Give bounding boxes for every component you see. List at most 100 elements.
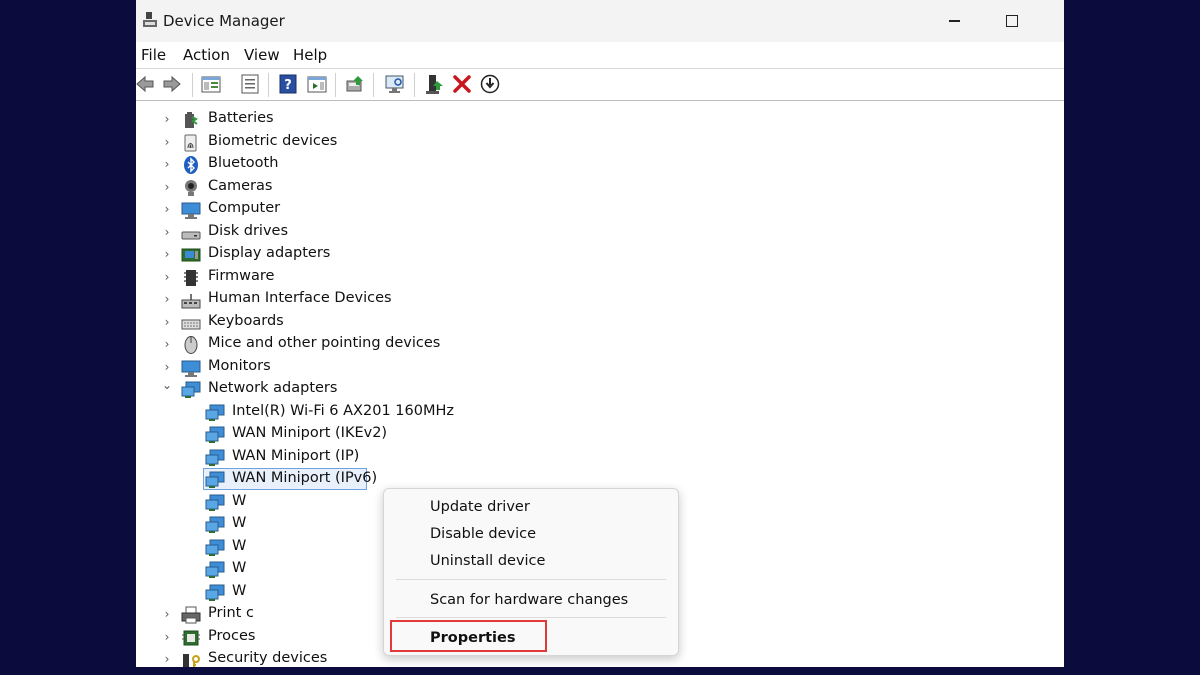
printer-icon	[181, 606, 201, 624]
security-device-icon	[183, 654, 200, 667]
uninstall-device-icon[interactable]	[451, 73, 473, 95]
menu-view[interactable]: View	[244, 46, 280, 64]
tree-item-label: Monitors	[208, 357, 271, 374]
tree-category[interactable]: › Batteries	[136, 109, 736, 131]
menu-file[interactable]: File	[141, 46, 166, 64]
network-adapter-icon	[181, 381, 201, 398]
tree-category[interactable]: › Disk drives	[136, 222, 736, 244]
tree-item-label: Network adapters	[208, 380, 338, 396]
expand-chevron-icon[interactable]: ›	[162, 271, 172, 283]
expand-chevron-icon[interactable]: ›	[162, 136, 172, 148]
processor-icon	[182, 630, 200, 645]
toolbar: ?	[136, 70, 1064, 101]
context-menu: Update driver Disable device Uninstall d…	[383, 488, 679, 656]
toolbar-separator	[268, 73, 269, 97]
menu-update-driver[interactable]: Update driver	[430, 499, 530, 515]
tree-item-label: WAN Miniport (IP)	[232, 447, 360, 464]
tree-category[interactable]: › Bluetooth	[136, 154, 736, 176]
context-menu-separator	[396, 579, 666, 580]
tree-item-label: W	[232, 492, 247, 509]
context-menu-separator	[396, 617, 666, 618]
help-icon[interactable]: ?	[277, 73, 299, 95]
expand-chevron-icon[interactable]: ›	[162, 113, 172, 125]
expand-chevron-icon[interactable]: ›	[162, 316, 172, 328]
battery-icon	[185, 112, 198, 128]
svg-text:?: ?	[284, 78, 292, 93]
mouse-icon	[184, 336, 198, 354]
expand-chevron-icon[interactable]: ›	[162, 361, 172, 373]
expand-chevron-icon[interactable]: ›	[162, 158, 172, 170]
tree-item-label: Proces	[208, 627, 256, 644]
show-hide-console-tree-icon[interactable]	[200, 73, 222, 95]
toolbar-separator	[373, 73, 374, 97]
network-adapter-icon	[205, 426, 225, 443]
network-adapter-icon	[205, 584, 225, 601]
expand-chevron-icon[interactable]: ›	[162, 293, 172, 305]
expand-chevron-icon[interactable]: ›	[162, 338, 172, 350]
forward-icon[interactable]	[161, 73, 183, 95]
network-adapter-icon	[205, 449, 225, 466]
fingerprint-icon	[184, 134, 197, 151]
menu-disable-device[interactable]: Disable device	[430, 526, 536, 542]
toolbar-separator	[192, 73, 193, 97]
expand-chevron-icon[interactable]: ›	[162, 203, 172, 215]
collapse-chevron-icon[interactable]: ⌄	[162, 379, 172, 391]
tree-item-label: W	[232, 537, 247, 554]
network-adapter-item[interactable]: Intel(R) Wi-Fi 6 AX201 160MHz	[136, 402, 736, 424]
tree-category[interactable]: › Mice and other pointing devices	[136, 334, 736, 356]
network-adapter-item[interactable]: WAN Miniport (IKEv2)	[136, 424, 736, 446]
tree-item-label: Bluetooth	[208, 155, 279, 171]
keyboard-icon	[181, 319, 201, 329]
tree-category[interactable]: ⌄ Network adapters	[136, 379, 736, 401]
tree-item-label: Keyboards	[208, 312, 284, 329]
tree-category[interactable]: › Keyboards	[136, 312, 736, 334]
menu-scan-hardware[interactable]: Scan for hardware changes	[430, 592, 628, 608]
camera-icon	[185, 179, 197, 196]
menu-bar: File Action View Help	[136, 42, 1064, 69]
properties-highlight-box	[390, 620, 547, 652]
menu-uninstall-device[interactable]: Uninstall device	[430, 553, 545, 569]
expand-chevron-icon[interactable]: ›	[162, 608, 172, 620]
title-bar: Device Manager	[136, 0, 1064, 42]
firmware-icon	[184, 269, 198, 286]
maximize-button[interactable]	[989, 6, 1035, 36]
tree-item-label: Firmware	[208, 267, 275, 284]
expand-chevron-icon[interactable]: ›	[162, 181, 172, 193]
toolbar-separator	[335, 73, 336, 97]
expand-chevron-icon[interactable]: ›	[162, 653, 172, 665]
tree-item-label: Computer	[208, 200, 281, 216]
hid-icon	[181, 294, 201, 309]
action-pane-icon[interactable]	[306, 73, 328, 95]
tree-category[interactable]: › Biometric devices	[136, 132, 736, 154]
device-manager-app-icon	[143, 12, 157, 27]
network-adapter-icon	[205, 561, 225, 578]
tree-item-label: Print c	[208, 605, 254, 621]
expand-chevron-icon[interactable]: ›	[162, 226, 172, 238]
bluetooth-icon	[184, 156, 198, 174]
update-driver-icon[interactable]	[344, 73, 366, 95]
tree-category[interactable]: › Computer	[136, 199, 736, 221]
tree-item-label: W	[232, 515, 247, 531]
menu-help[interactable]: Help	[293, 46, 327, 64]
disable-device-icon[interactable]	[479, 73, 501, 95]
minimize-button[interactable]	[931, 6, 977, 36]
tree-item-label: W	[232, 560, 247, 576]
tree-category[interactable]: › Human Interface Devices	[136, 289, 736, 311]
back-icon[interactable]	[136, 73, 156, 95]
minimize-icon	[948, 20, 960, 22]
scan-hardware-icon[interactable]	[384, 73, 406, 95]
properties-icon[interactable]	[239, 73, 261, 95]
toolbar-separator	[414, 73, 415, 97]
expand-chevron-icon[interactable]: ›	[162, 631, 172, 643]
tree-category[interactable]: › Cameras	[136, 177, 736, 199]
tree-item-label: Intel(R) Wi-Fi 6 AX201 160MHz	[232, 402, 454, 419]
network-adapter-item[interactable]: WAN Miniport (IP)	[136, 447, 736, 469]
enable-device-icon[interactable]	[423, 73, 445, 95]
tree-item-label: Security devices	[208, 650, 328, 666]
expand-chevron-icon[interactable]: ›	[162, 248, 172, 260]
tree-category[interactable]: › Firmware	[136, 267, 736, 289]
tree-category[interactable]: › Display adapters	[136, 244, 736, 266]
tree-item-label: Display adapters	[208, 245, 331, 261]
tree-category[interactable]: › Monitors	[136, 357, 736, 379]
menu-action[interactable]: Action	[183, 46, 230, 64]
